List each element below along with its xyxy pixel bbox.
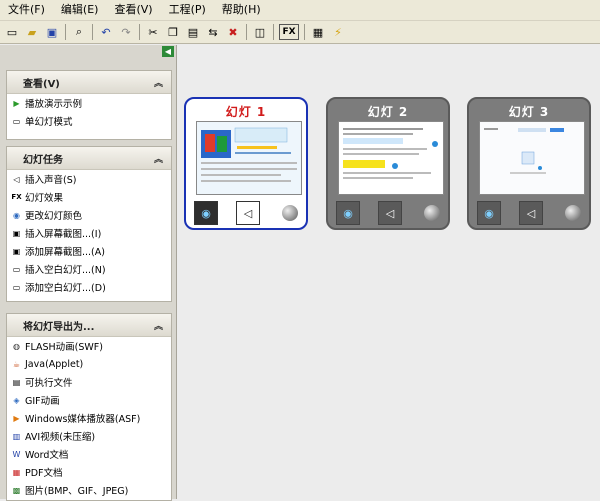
- chevron-up-icon: ︽: [153, 78, 163, 89]
- insert-blank-item[interactable]: ▭ 插入空白幻灯...(N): [7, 260, 171, 278]
- menu-view[interactable]: 查看(V): [106, 0, 160, 20]
- toolbar-separator: [92, 24, 93, 40]
- single-slide-item[interactable]: ▭ 单幻灯模式: [7, 112, 171, 130]
- menu-edit[interactable]: 编辑(E): [53, 0, 107, 20]
- flash-icon: ◍: [13, 341, 20, 351]
- slide-thumbnail-image: [197, 122, 301, 194]
- slide-controls: ◉ ◁: [477, 199, 585, 227]
- image-icon: ▩: [12, 485, 21, 495]
- new-icon[interactable]: ▭: [4, 24, 20, 40]
- slide-title: 幻灯 3: [508, 105, 550, 119]
- word-icon: W: [12, 449, 21, 459]
- toolbar-separator: [304, 24, 305, 40]
- toolbar: ▭ ▰ ▣ ⌕ ↶ ↷ ✂ ❐ ▤ ⇆ ✖ ◫ FX ▦ ⚡: [0, 21, 600, 44]
- menu-help[interactable]: 帮助(H): [214, 0, 269, 20]
- slide-thumbnail-image: [480, 122, 584, 194]
- color-icon: ◉: [13, 210, 20, 220]
- pdf-icon: ▦: [12, 467, 21, 477]
- play-icon: ▶: [13, 98, 20, 108]
- open-icon[interactable]: ▰: [24, 24, 40, 40]
- slide-title: 幻灯 2: [367, 105, 409, 119]
- slide-thumbnail: [196, 121, 302, 195]
- slide-controls: ◉ ◁: [194, 199, 302, 227]
- slide-thumbnail-image: [339, 122, 443, 194]
- export-exe-item[interactable]: ▤ 可执行文件: [7, 373, 171, 391]
- globe-icon[interactable]: [561, 201, 585, 225]
- export-avi-item[interactable]: ▥ AVI视频(未压缩): [7, 427, 171, 445]
- slide-controls: ◉ ◁: [336, 199, 444, 227]
- export-pdf-item[interactable]: ▦ PDF文档: [7, 463, 171, 481]
- slide-tasks-panel: 幻灯任务 ︽ ◁ 插入声音(S) FX 幻灯效果 ◉ 更改幻灯颜色 ▣ 插入屏幕截图...…: [6, 146, 172, 302]
- slide-effects-item[interactable]: FX 幻灯效果: [7, 188, 171, 206]
- publish-icon[interactable]: ⚡: [330, 24, 346, 40]
- export-java-item[interactable]: ☕ Java(Applet): [7, 355, 171, 373]
- export-asf-item[interactable]: ▶ Windows媒体播放器(ASF): [7, 409, 171, 427]
- eye-icon[interactable]: ◉: [194, 201, 218, 225]
- slide-thumbnail: [479, 121, 585, 195]
- avi-icon: ▥: [12, 431, 21, 441]
- toolbar-separator: [246, 24, 247, 40]
- delete-icon[interactable]: ✖: [225, 24, 241, 40]
- slide-thumbnail: [338, 121, 444, 195]
- insert-blank-icon: ▭: [12, 264, 21, 274]
- collapse-sidebar-icon[interactable]: ◀: [162, 46, 174, 57]
- eye-icon[interactable]: ◉: [477, 201, 501, 225]
- play-demo-item[interactable]: ▶ 播放演示示例: [7, 94, 171, 112]
- slide-tasks-header[interactable]: 幻灯任务 ︽: [7, 147, 171, 170]
- view-panel: 查看(V) ︽ ▶ 播放演示示例 ▭ 单幻灯模式: [6, 70, 172, 140]
- preview-icon[interactable]: ⌕: [71, 24, 87, 40]
- toolbar-separator: [273, 24, 274, 40]
- view-panel-header[interactable]: 查看(V) ︽: [7, 71, 171, 94]
- menu-bar: 文件(F) 编辑(E) 查看(V) 工程(P) 帮助(H): [0, 0, 600, 21]
- change-color-item[interactable]: ◉ 更改幻灯颜色: [7, 206, 171, 224]
- wmp-icon: ▶: [13, 413, 20, 423]
- cut-icon[interactable]: ✂: [145, 24, 161, 40]
- add-screenshot-icon: ▣: [12, 246, 21, 256]
- single-slide-icon: ▭: [12, 116, 21, 126]
- export-panel-header[interactable]: 将幻灯导出为... ︽: [7, 314, 171, 337]
- insert-screenshot-icon: ▣: [12, 228, 21, 238]
- export-word-item[interactable]: W Word文档: [7, 445, 171, 463]
- insert-sound-item[interactable]: ◁ 插入声音(S): [7, 170, 171, 188]
- sound-icon[interactable]: ◁: [519, 201, 543, 225]
- slide-2[interactable]: 幻灯 2 ◉ ◁: [326, 97, 450, 230]
- gif-icon: ◈: [13, 395, 20, 405]
- menu-project[interactable]: 工程(P): [161, 0, 214, 20]
- toolbar-separator: [139, 24, 140, 40]
- sound-icon: ◁: [13, 174, 20, 184]
- paste-icon[interactable]: ▤: [185, 24, 201, 40]
- sound-icon[interactable]: ◁: [378, 201, 402, 225]
- java-icon: ☕: [12, 359, 21, 369]
- slide-1[interactable]: 幻灯 1 ◉ ◁: [184, 97, 308, 230]
- globe-icon[interactable]: [278, 201, 302, 225]
- fx-icon[interactable]: FX: [279, 24, 299, 40]
- sound-icon[interactable]: ◁: [236, 201, 260, 225]
- export-image-item[interactable]: ▩ 图片(BMP、GIF、JPEG): [7, 481, 171, 499]
- insert-screenshot-item[interactable]: ▣ 插入屏幕截图...(I): [7, 224, 171, 242]
- chevron-up-icon: ︽: [153, 321, 163, 332]
- effects-icon[interactable]: ▦: [310, 24, 326, 40]
- chevron-up-icon: ︽: [153, 154, 163, 165]
- export-swf-item[interactable]: ◍ FLASH动画(SWF): [7, 337, 171, 355]
- undo-icon[interactable]: ↶: [98, 24, 114, 40]
- export-panel: 将幻灯导出为... ︽ ◍ FLASH动画(SWF) ☕ Java(Applet) ▤…: [6, 313, 172, 501]
- exe-icon: ▤: [12, 377, 21, 387]
- save-icon[interactable]: ▣: [44, 24, 60, 40]
- fx-icon: FX: [11, 193, 22, 201]
- add-blank-item[interactable]: ▭ 添加空白幻灯...(D): [7, 278, 171, 296]
- toolbar-separator: [65, 24, 66, 40]
- globe-icon[interactable]: [420, 201, 444, 225]
- add-screenshot-item[interactable]: ▣ 添加屏幕截图...(A): [7, 242, 171, 260]
- slide-area: 幻灯 1 ◉ ◁ 幻灯 2 ◉ ◁ 幻灯 3 ◉ ◁: [177, 45, 600, 499]
- slide-3[interactable]: 幻灯 3 ◉ ◁: [467, 97, 591, 230]
- menu-file[interactable]: 文件(F): [0, 0, 53, 20]
- capture-icon[interactable]: ◫: [252, 24, 268, 40]
- eye-icon[interactable]: ◉: [336, 201, 360, 225]
- copy-icon[interactable]: ❐: [165, 24, 181, 40]
- add-blank-icon: ▭: [12, 282, 21, 292]
- redo-icon[interactable]: ↷: [118, 24, 134, 40]
- slide-title: 幻灯 1: [225, 105, 267, 119]
- move-icon[interactable]: ⇆: [205, 24, 221, 40]
- export-gif-item[interactable]: ◈ GIF动画: [7, 391, 171, 409]
